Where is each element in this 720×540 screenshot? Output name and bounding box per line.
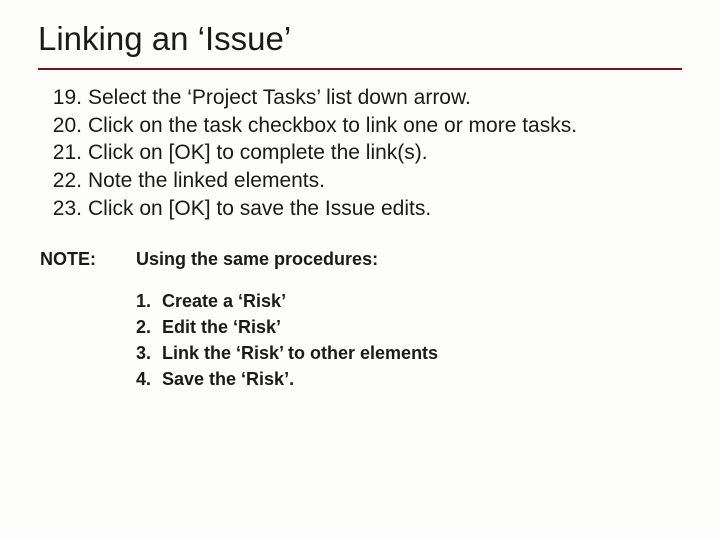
sublist-number: 3. [136, 340, 162, 366]
slide: Linking an ‘Issue’ 19. Select the ‘Proje… [0, 0, 720, 392]
step-number: 20. [40, 112, 88, 140]
step-text: Note the linked elements. [88, 167, 680, 195]
step-item: 23. Click on [OK] to save the Issue edit… [40, 195, 680, 223]
step-item: 19. Select the ‘Project Tasks’ list down… [40, 84, 680, 112]
sublist-number: 4. [136, 366, 162, 392]
step-item: 21. Click on [OK] to complete the link(s… [40, 139, 680, 167]
step-text: Click on [OK] to save the Issue edits. [88, 195, 680, 223]
sublist-text: Link the ‘Risk’ to other elements [162, 340, 682, 366]
step-item: 22. Note the linked elements. [40, 167, 680, 195]
note-sublist: 1. Create a ‘Risk’ 2. Edit the ‘Risk’ 3.… [38, 288, 682, 392]
sublist-number: 1. [136, 288, 162, 314]
step-number: 19. [40, 84, 88, 112]
step-text: Click on [OK] to complete the link(s). [88, 139, 680, 167]
sublist-number: 2. [136, 314, 162, 340]
sublist-text: Save the ‘Risk’. [162, 366, 682, 392]
step-text: Click on the task checkbox to link one o… [88, 112, 680, 140]
title-underline [38, 68, 682, 70]
sublist-item: 1. Create a ‘Risk’ [136, 288, 682, 314]
sublist-item: 2. Edit the ‘Risk’ [136, 314, 682, 340]
note-label: NOTE: [40, 249, 136, 270]
slide-title: Linking an ‘Issue’ [38, 20, 682, 62]
note-row: NOTE: Using the same procedures: [38, 249, 682, 270]
step-number: 21. [40, 139, 88, 167]
sublist-text: Edit the ‘Risk’ [162, 314, 682, 340]
sublist-item: 3. Link the ‘Risk’ to other elements [136, 340, 682, 366]
sublist-text: Create a ‘Risk’ [162, 288, 682, 314]
step-list: 19. Select the ‘Project Tasks’ list down… [38, 84, 682, 223]
step-item: 20. Click on the task checkbox to link o… [40, 112, 680, 140]
step-number: 23. [40, 195, 88, 223]
sublist-item: 4. Save the ‘Risk’. [136, 366, 682, 392]
note-text: Using the same procedures: [136, 249, 682, 270]
step-number: 22. [40, 167, 88, 195]
step-text: Select the ‘Project Tasks’ list down arr… [88, 84, 680, 112]
